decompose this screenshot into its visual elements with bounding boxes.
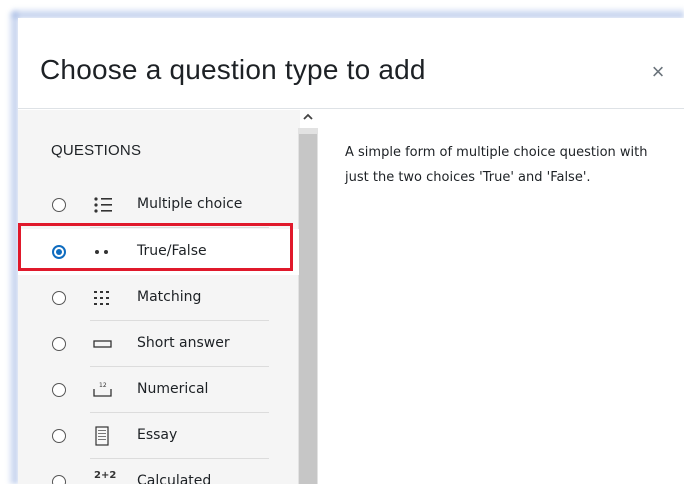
- radio-matching[interactable]: [52, 291, 66, 305]
- truefalse-icon: [92, 242, 114, 262]
- option-label: Essay: [137, 427, 178, 443]
- dialog-title: Choose a question type to add: [40, 54, 426, 85]
- calculated-icon-text: 2+2: [94, 470, 117, 481]
- dialog-glow-left: [8, 12, 18, 484]
- scrollbar-thumb[interactable]: [299, 134, 317, 484]
- dialog-header: Choose a question type to add ×: [18, 18, 684, 109]
- radio-multiple-choice[interactable]: [52, 198, 66, 212]
- chevron-up-icon: [303, 113, 313, 120]
- option-calculated[interactable]: 2+2 Calculated: [18, 459, 299, 484]
- scroll-up-button[interactable]: [300, 110, 316, 128]
- radio-essay[interactable]: [52, 429, 66, 443]
- shortanswer-icon: [92, 334, 114, 354]
- option-label: Matching: [137, 289, 202, 305]
- option-essay[interactable]: Essay: [18, 413, 299, 459]
- dialog-glow-top: [12, 8, 684, 18]
- option-label: Multiple choice: [137, 196, 243, 212]
- option-numerical[interactable]: 12 Numerical: [18, 367, 299, 413]
- row-divider: [90, 227, 269, 228]
- radio-true-false[interactable]: [52, 245, 66, 259]
- matching-icon: [92, 288, 114, 308]
- radio-calculated[interactable]: [52, 475, 66, 484]
- close-button[interactable]: ×: [646, 60, 670, 84]
- option-multiple-choice[interactable]: Multiple choice: [18, 182, 299, 228]
- question-type-description: A simple form of multiple choice questio…: [345, 145, 648, 185]
- option-label: Numerical: [137, 381, 209, 397]
- essay-icon: [92, 426, 114, 446]
- questions-heading: QUESTIONS: [51, 142, 142, 159]
- option-short-answer[interactable]: Short answer: [18, 321, 299, 367]
- calculated-icon: 2+2: [92, 470, 117, 484]
- radio-short-answer[interactable]: [52, 337, 66, 351]
- multichoice-icon: [92, 195, 114, 215]
- option-matching[interactable]: Matching: [18, 275, 299, 321]
- numerical-icon: 12: [92, 380, 114, 400]
- option-label: Calculated: [137, 473, 212, 484]
- option-label: True/False: [137, 243, 207, 259]
- option-true-false[interactable]: True/False: [18, 229, 299, 275]
- numerical-icon-text: 12: [99, 382, 107, 389]
- radio-numerical[interactable]: [52, 383, 66, 397]
- option-label: Short answer: [137, 335, 230, 351]
